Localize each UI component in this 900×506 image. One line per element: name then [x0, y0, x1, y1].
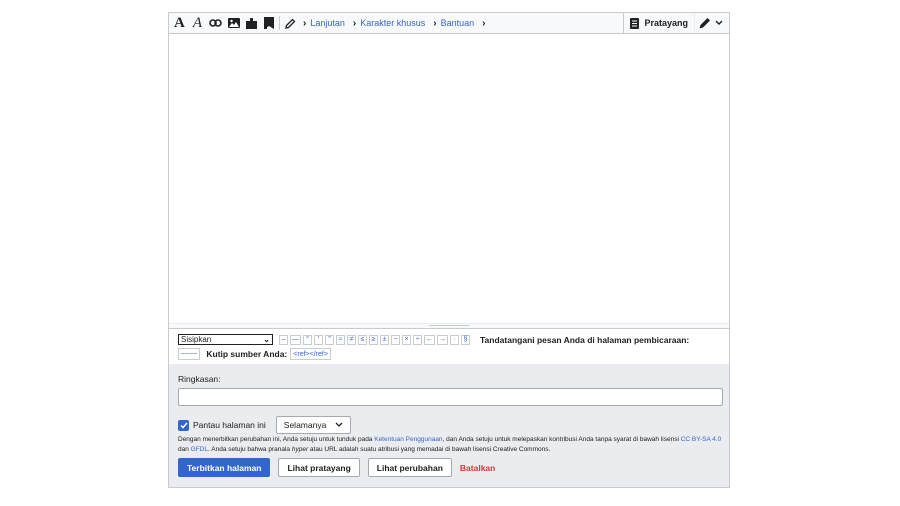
pencil-icon [699, 18, 710, 29]
cite-instruction: Kutip sumber Anda: [206, 349, 288, 359]
summary-input[interactable] [178, 388, 723, 406]
special-char-button[interactable]: ← [424, 334, 435, 345]
ref-token[interactable]: <ref></ref> [290, 348, 331, 360]
license-text-hyper: hyper [291, 446, 309, 453]
edit-actions: Terbitkan halaman Lihat pratayang Lihat … [178, 458, 495, 477]
italic-button[interactable]: A [189, 13, 206, 33]
watch-period-value: Selamanya [283, 420, 327, 430]
special-char-button[interactable]: → [437, 334, 448, 345]
signature-token[interactable]: ~~~~ [178, 348, 201, 360]
summary-label: Ringkasan: [178, 374, 221, 384]
edit-options-panel: Ringkasan: Pantau halaman ini Selamanya … [169, 364, 729, 487]
preview-toggle-button[interactable]: Pratayang [623, 13, 694, 33]
link-icon [209, 19, 222, 27]
bookmark-icon [264, 17, 275, 29]
special-char-button[interactable]: ÷ [413, 334, 422, 345]
watch-period-dropdown[interactable]: Selamanya [275, 416, 351, 434]
signature-instruction: Tandatangani pesan Anda di halaman pembi… [480, 334, 690, 345]
wikitext-editor: A A › Lanjutan › Karakter khusus › Bantu… [168, 12, 730, 488]
charinsert-select-value: Sisipkan [181, 335, 212, 344]
tab-help-label: Bantuan [440, 18, 475, 28]
special-char-button[interactable]: × [402, 334, 411, 345]
special-char-button[interactable]: ≠ [347, 334, 356, 345]
gfdl-link[interactable]: GFDL [191, 446, 208, 453]
tab-more[interactable]: › [478, 13, 493, 33]
special-char-button[interactable]: – [279, 334, 288, 345]
special-char-button[interactable]: ≈ [336, 334, 345, 345]
link-button[interactable] [206, 13, 225, 33]
charinsert-select[interactable]: Sisipkan ⌄ [178, 334, 273, 345]
license-text-2: , dan Anda setuju untuk melepaskan kontr… [442, 436, 681, 443]
checkmark-icon [179, 422, 188, 429]
image-icon [228, 18, 241, 28]
bold-button[interactable]: A [169, 13, 189, 33]
special-char-button[interactable]: ″ [325, 334, 334, 345]
reference-button[interactable] [261, 13, 277, 33]
show-preview-button[interactable]: Lihat pratayang [278, 458, 360, 477]
license-text-5: atau URL adalah suatu atribusi yang mema… [308, 446, 551, 453]
watch-row: Pantau halaman ini Selamanya [178, 416, 351, 434]
tab-special-characters-label: Karakter khusus [360, 18, 426, 28]
cancel-link[interactable]: Batalkan [460, 463, 495, 473]
license-text-3: dan [178, 446, 191, 453]
pencil-icon [285, 18, 296, 29]
special-char-button[interactable]: ° [303, 334, 312, 345]
watch-label: Pantau halaman ini [193, 420, 266, 430]
toolbar-separator [279, 16, 281, 30]
special-char-button[interactable]: ′ [314, 334, 323, 345]
tab-special-characters[interactable]: › Karakter khusus [349, 13, 429, 33]
special-char-button[interactable]: § [461, 334, 470, 345]
chevron-right-icon: › [352, 17, 357, 29]
image-button[interactable] [225, 13, 243, 33]
special-char-button[interactable]: ≥ [369, 334, 378, 345]
grip-mark [429, 325, 469, 326]
tab-advanced[interactable]: › Lanjutan [299, 13, 349, 33]
show-changes-button[interactable]: Lihat perubahan [367, 458, 452, 477]
special-char-button[interactable]: ≤ [358, 334, 367, 345]
license-text-1: Dengan menerbitkan perubahan ini, Anda s… [178, 436, 375, 443]
template-button[interactable] [243, 13, 261, 33]
special-char-button[interactable]: · [450, 334, 459, 345]
license-notice: Dengan menerbitkan perubahan ini, Anda s… [178, 435, 723, 455]
license-text-4: . Anda setuju bahwa pranala [208, 446, 292, 453]
preview-toggle-label: Pratayang [644, 18, 688, 28]
chevron-right-icon: › [303, 17, 307, 29]
charinsert-row-2: ~~~~ Kutip sumber Anda: <ref></ref> [178, 348, 331, 360]
editing-mode-switch[interactable] [694, 13, 729, 33]
watch-checkbox[interactable] [178, 419, 189, 431]
signature-button[interactable] [282, 13, 299, 33]
puzzle-icon [246, 17, 258, 29]
terms-of-use-link[interactable]: Ketentuan Penggunaan [374, 436, 442, 443]
tab-advanced-label: Lanjutan [310, 18, 345, 28]
chevron-right-icon: › [433, 17, 437, 29]
chevron-down-icon [715, 20, 723, 25]
wikitext-textarea[interactable] [169, 34, 729, 323]
charinsert-row: Sisipkan ⌄ – — ° ′ ″ ≈ ≠ ≤ ≥ ± − × ÷ ← → · § Tandatangan… [178, 334, 693, 345]
special-char-button[interactable]: — [290, 334, 301, 345]
editor-toolbar: A A › Lanjutan › Karakter khusus › Bantu… [169, 13, 729, 34]
chevron-right-icon: › [482, 17, 486, 29]
special-char-button[interactable]: ± [380, 334, 389, 345]
toolbar-right-group: Pratayang [623, 13, 729, 33]
publish-button[interactable]: Terbitkan halaman [178, 458, 271, 477]
document-icon [630, 17, 640, 29]
cc-by-sa-link[interactable]: CC BY-SA 4.0 [681, 436, 722, 443]
charinsert-panel: Sisipkan ⌄ – — ° ′ ″ ≈ ≠ ≤ ≥ ± − × ÷ ← → · § Tandatangan… [169, 328, 729, 365]
special-char-button[interactable]: − [391, 334, 400, 345]
chevron-down-icon: ⌄ [263, 335, 270, 344]
charinsert-characters: – — ° ′ ″ ≈ ≠ ≤ ≥ ± − × ÷ ← → · § [279, 334, 472, 345]
tab-help[interactable]: › Bantuan [429, 13, 478, 33]
chevron-down-icon [335, 422, 343, 427]
